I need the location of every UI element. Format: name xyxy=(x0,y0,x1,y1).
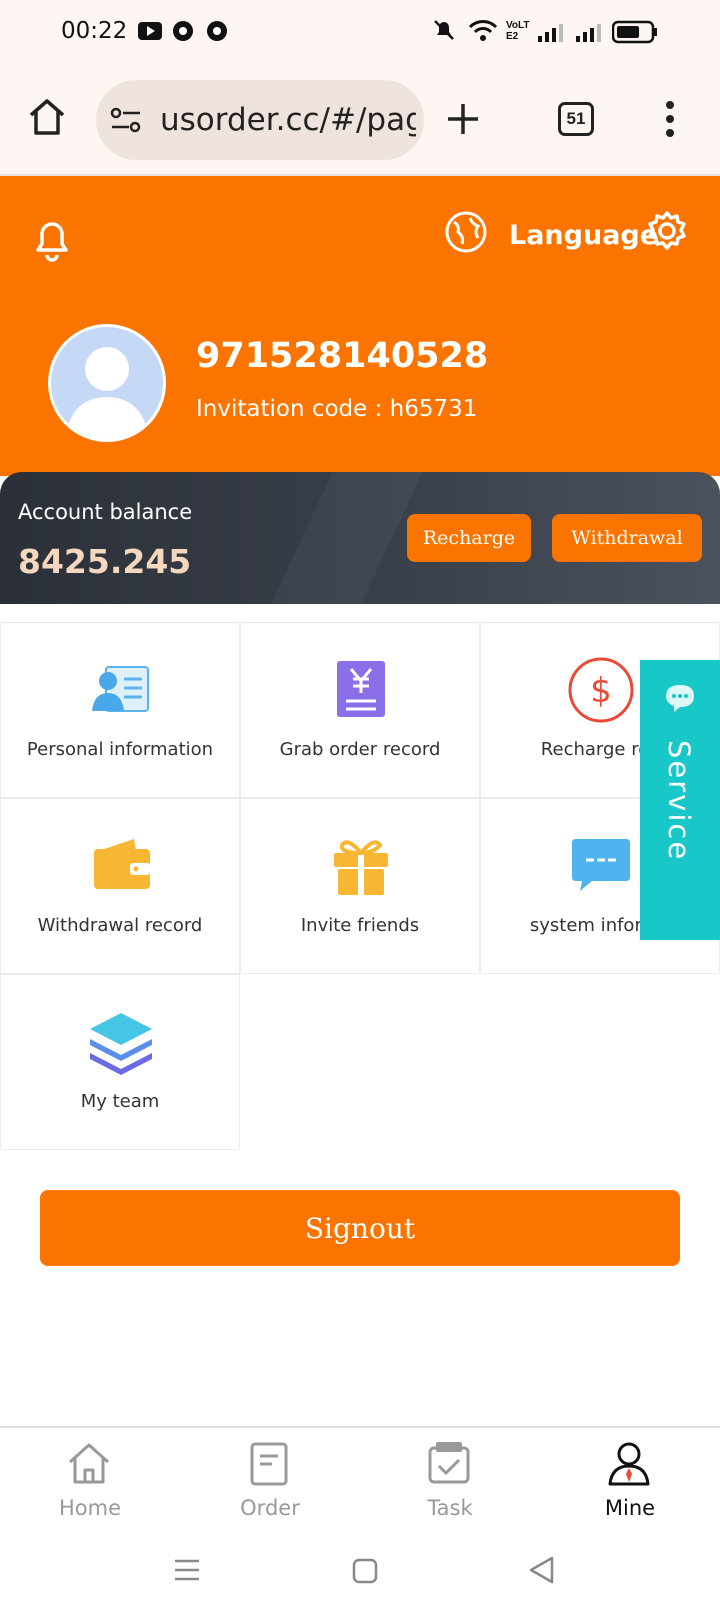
back-triangle-icon[interactable] xyxy=(528,1556,554,1584)
system-nav-bar xyxy=(0,1536,720,1612)
svg-text:$: $ xyxy=(590,671,612,711)
more-menu-icon[interactable] xyxy=(664,100,676,138)
home-square-icon[interactable] xyxy=(352,1558,378,1584)
chat-bubble-icon xyxy=(572,839,630,891)
menu-item-invite-friends[interactable]: Invite friends xyxy=(240,798,480,974)
avatar[interactable] xyxy=(48,324,166,442)
address-bar[interactable]: usorder.cc/#/pag xyxy=(96,80,424,160)
menu-item-grab-order-record[interactable]: Grab order record xyxy=(240,622,480,798)
chrome-icon xyxy=(173,21,193,41)
volte-label: VoLTE2 xyxy=(506,20,530,42)
signout-button[interactable]: Signout xyxy=(40,1190,680,1266)
balance-card: Account balance 8425.245 Recharge Withdr… xyxy=(0,472,720,604)
new-tab-icon[interactable] xyxy=(446,102,480,136)
menu-item-label: Personal information xyxy=(26,739,214,760)
settings-gear-icon[interactable] xyxy=(646,210,688,252)
url-text: usorder.cc/#/pag xyxy=(160,102,416,138)
tab-order[interactable]: Order xyxy=(210,1428,330,1538)
service-chat-icon xyxy=(666,685,694,712)
gift-icon xyxy=(334,840,388,895)
task-tab-icon xyxy=(428,1442,470,1484)
signal-icon xyxy=(538,24,563,42)
home-tab-icon xyxy=(68,1443,110,1484)
site-settings-icon[interactable] xyxy=(110,106,142,134)
menu-item-label: Grab order record xyxy=(279,739,441,760)
status-time: 00:22 xyxy=(61,18,128,44)
recharge-button[interactable]: Recharge xyxy=(407,514,531,562)
menu-item-personal-information[interactable]: Personal information xyxy=(0,622,240,798)
tab-label: Mine xyxy=(604,1496,656,1520)
invitation-code: Invitation code : h65731 xyxy=(196,396,478,422)
profile-header: Language 971528140528 Invitation code : … xyxy=(0,176,720,476)
tab-switcher-button[interactable]: 51 xyxy=(558,102,594,136)
username: 971528140528 xyxy=(196,336,489,376)
recents-menu-icon[interactable] xyxy=(174,1558,200,1582)
tab-label: Home xyxy=(58,1496,121,1520)
mine-tab-icon xyxy=(608,1442,650,1486)
menu-item-my-team[interactable]: My team xyxy=(0,974,240,1150)
language-button[interactable]: Language xyxy=(509,220,658,251)
status-bar: 00:22 VoLTE2 xyxy=(0,0,720,62)
dollar-circle-icon: $ xyxy=(568,657,634,723)
tab-mine[interactable]: Mine xyxy=(570,1428,690,1538)
service-label: Service xyxy=(662,740,696,862)
notification-bell-icon[interactable] xyxy=(32,218,72,262)
chrome-icon-2 xyxy=(207,21,227,41)
layers-icon xyxy=(90,1013,152,1075)
yen-document-icon xyxy=(337,661,385,717)
globe-icon[interactable] xyxy=(444,210,488,254)
youtube-icon xyxy=(138,22,162,40)
signal-icon-2 xyxy=(576,24,601,42)
bottom-tab-bar: Home Order Task Mine xyxy=(0,1426,720,1536)
service-floating-button[interactable]: Service xyxy=(640,660,720,940)
wifi-icon xyxy=(468,20,498,41)
battery-icon xyxy=(612,20,657,44)
browser-toolbar: usorder.cc/#/pag 51 xyxy=(0,62,720,176)
card-decoration xyxy=(258,472,432,604)
order-tab-icon xyxy=(250,1442,288,1486)
wallet-icon xyxy=(94,839,150,889)
tab-label: Task xyxy=(427,1496,473,1520)
tab-task[interactable]: Task xyxy=(390,1428,510,1538)
balance-value: 8425.245 xyxy=(18,542,192,581)
tab-home[interactable]: Home xyxy=(30,1428,150,1538)
id-card-icon xyxy=(92,666,149,712)
user-silhouette-icon xyxy=(65,347,149,439)
tab-label: Order xyxy=(240,1496,300,1520)
menu-item-label: Withdrawal record xyxy=(37,915,203,936)
withdrawal-button[interactable]: Withdrawal xyxy=(552,514,702,562)
menu-item-withdrawal-record[interactable]: Withdrawal record xyxy=(0,798,240,974)
home-icon[interactable] xyxy=(28,98,66,136)
bell-muted-icon xyxy=(434,20,454,40)
menu-item-label: My team xyxy=(80,1091,160,1112)
balance-label: Account balance xyxy=(18,500,193,524)
menu-item-label: Invite friends xyxy=(300,915,420,936)
